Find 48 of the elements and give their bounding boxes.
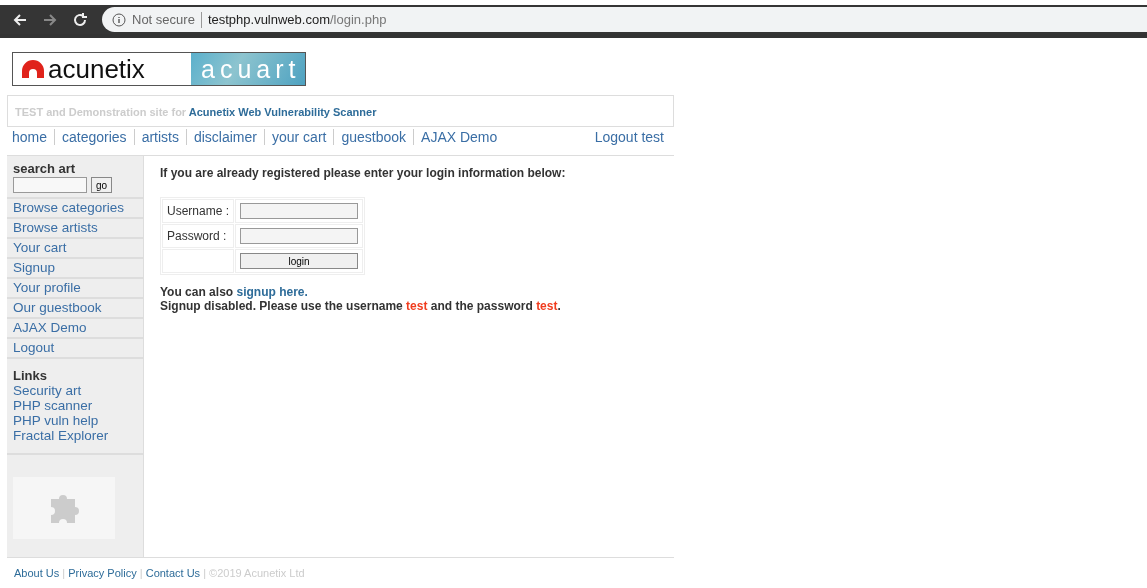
search-heading: search art xyxy=(12,160,77,176)
nav-link[interactable]: home xyxy=(12,129,55,145)
search-field[interactable] xyxy=(13,177,87,193)
sidebar-link[interactable]: Your cart xyxy=(7,237,143,257)
sidebar-link[interactable]: PHP vuln help xyxy=(13,413,137,428)
footer-separator: | xyxy=(62,567,66,579)
signup-notice: Signup disabled. Please use the username test and the password test. xyxy=(160,299,562,313)
back-icon[interactable] xyxy=(12,11,28,28)
signup-link[interactable]: signup here. xyxy=(236,285,308,299)
go-button[interactable]: go xyxy=(91,177,113,193)
sidebar-link[interactable]: Browse categories xyxy=(7,197,143,217)
url-text: testphp.vulnweb.com/login.php xyxy=(207,12,387,27)
login-button[interactable]: login xyxy=(240,253,359,269)
footer-separator: | xyxy=(139,567,143,579)
footer-link[interactable]: Contact Us xyxy=(145,567,201,579)
logo-icon xyxy=(21,59,45,79)
address-bar[interactable]: Not secure testphp.vulnweb.com/login.php xyxy=(102,7,1147,32)
nav-link[interactable]: AJAX Demo xyxy=(413,129,505,145)
nav-link[interactable]: guestbook xyxy=(333,129,414,145)
sidebar-link[interactable]: PHP scanner xyxy=(13,398,137,413)
sidebar-link[interactable]: Our guestbook xyxy=(7,297,143,317)
sidebar-link[interactable]: Security art xyxy=(13,383,137,398)
forward-icon[interactable] xyxy=(42,11,58,28)
security-label: Not secure xyxy=(132,12,195,27)
sidebar-link[interactable]: Signup xyxy=(7,257,143,277)
login-heading: If you are already registered please enter your login information below: xyxy=(160,166,567,180)
nav-link[interactable]: categories xyxy=(54,129,134,145)
info-icon[interactable] xyxy=(112,12,126,27)
signup-sentence: You can also signup here. xyxy=(160,285,309,299)
sidebar-link[interactable]: AJAX Demo xyxy=(7,317,143,337)
field-label: Username : xyxy=(167,204,230,218)
sidebar-link[interactable]: Logout xyxy=(7,337,143,357)
sidebar-link[interactable]: Browse artists xyxy=(7,217,143,237)
sidebar-link[interactable]: Your profile xyxy=(7,277,143,297)
reload-icon[interactable] xyxy=(72,11,88,28)
input-field[interactable] xyxy=(240,203,359,219)
nav-link[interactable]: your cart xyxy=(264,129,334,145)
links-heading: Links xyxy=(13,368,48,383)
footer-link[interactable]: Privacy Policy xyxy=(68,567,137,579)
sidebar-link[interactable]: Fractal Explorer xyxy=(13,428,137,443)
nav-link[interactable]: artists xyxy=(133,129,186,145)
input-field[interactable] xyxy=(240,228,359,244)
product-logo: acuart xyxy=(191,53,305,85)
nav-link[interactable]: disclaimer xyxy=(185,129,264,145)
footer-link[interactable]: About Us xyxy=(14,567,60,579)
logout-link[interactable]: Logout test xyxy=(587,129,671,145)
field-label: Password : xyxy=(167,229,227,243)
footer-separator: | xyxy=(203,567,207,579)
